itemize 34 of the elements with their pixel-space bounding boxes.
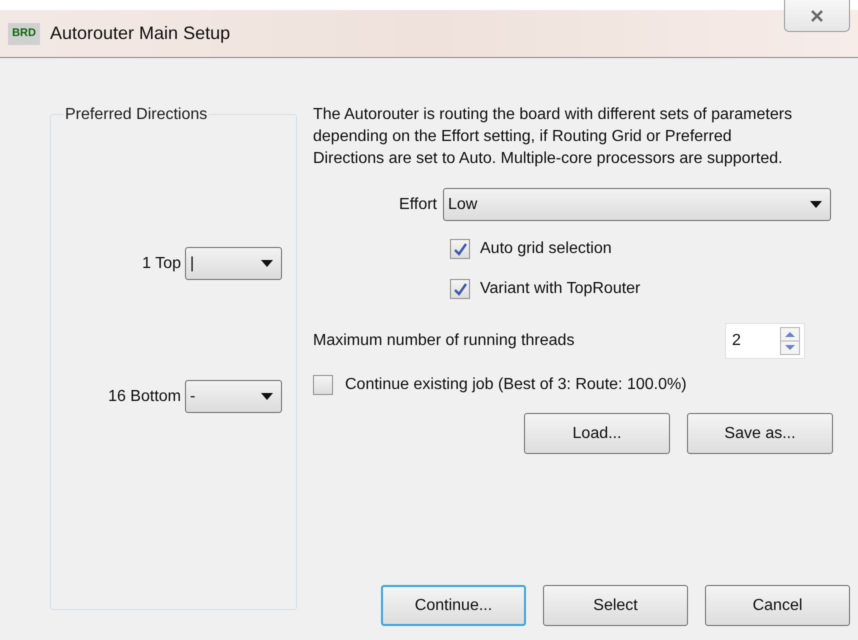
spin-box[interactable]: 2 <box>725 323 805 359</box>
close-button[interactable] <box>784 0 850 32</box>
dropdown-value: - <box>190 386 196 406</box>
button[interactable]: Cancel <box>705 585 850 626</box>
layer-label: 16 Bottom <box>107 386 182 406</box>
dropdown-value: Low <box>448 194 478 214</box>
button[interactable]: Continue... <box>381 585 526 626</box>
checkbox-label: Auto grid selection <box>480 239 612 259</box>
caret-icon <box>810 201 822 208</box>
caret-icon <box>261 393 273 400</box>
window-title: Autorouter Main Setup <box>50 22 230 45</box>
layer-label: 1 Top <box>141 254 182 274</box>
effort-label: Effort <box>398 194 438 214</box>
threads-label: Maximum number of running threads <box>313 331 576 351</box>
check-icon <box>454 242 466 256</box>
button[interactable]: Load... <box>524 413 670 454</box>
spinner-arrows-icon <box>780 327 800 355</box>
caret-icon <box>261 260 273 267</box>
close-icon <box>810 10 824 22</box>
checkbox[interactable] <box>450 239 470 259</box>
dropdown[interactable]: Low <box>443 188 831 221</box>
dropdown-value: | <box>190 254 194 274</box>
check-icon <box>454 282 466 296</box>
checkbox[interactable] <box>313 375 333 395</box>
checkbox[interactable] <box>450 279 470 299</box>
button[interactable]: Save as... <box>687 413 833 454</box>
description: The Autorouter is routing the board with different sets of parameters depending on the Effort setting, if Routing Grid or Preferred Directions are set to Auto. Multiple-core processors are supported. <box>313 105 794 169</box>
checkbox-label: Variant with TopRouter <box>480 279 640 299</box>
dropdown[interactable]: - <box>185 380 282 413</box>
spin-value: 2 <box>732 331 741 351</box>
dropdown[interactable]: | <box>185 247 282 280</box>
app-icon: BRD <box>8 22 40 44</box>
checkbox-label: Continue existing job (Best of 3: Route: 100.0%) <box>345 375 687 395</box>
button[interactable]: Select <box>543 585 688 626</box>
